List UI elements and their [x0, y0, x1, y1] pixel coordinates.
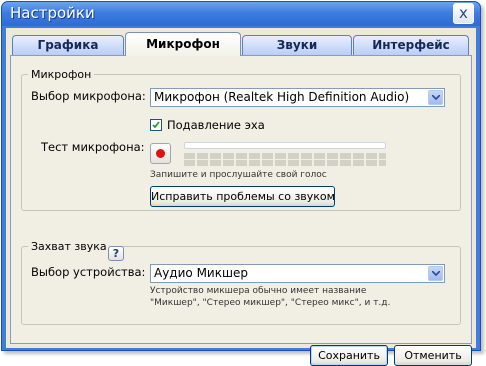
microphone-group-legend: Микрофон — [31, 68, 92, 81]
volume-meter-bottom — [184, 160, 386, 166]
volume-meter-top — [184, 153, 386, 159]
tab-microphone[interactable]: Микрофон — [125, 32, 241, 56]
window-title: Настройки — [10, 4, 95, 22]
capture-group-legend: Захват звука — [28, 240, 110, 253]
chevron-down-icon[interactable] — [428, 266, 443, 281]
cancel-button[interactable]: Отменить — [394, 345, 472, 366]
device-select[interactable]: Аудио Микшер — [150, 264, 445, 283]
title-bar[interactable]: Настройки x — [2, 2, 480, 26]
device-hint-line2: "Микшер", "Стерео микшер", "Стерео микс"… — [150, 298, 391, 308]
microphone-select[interactable]: Микрофон (Realtek High Definition Audio) — [150, 88, 445, 107]
echo-cancel-label[interactable]: Подавление эха — [167, 118, 265, 132]
tab-panel-microphone: Микрофон Выбор микрофона: Микрофон (Real… — [10, 55, 472, 366]
device-select-value: Аудио Микшер — [154, 266, 248, 280]
fix-sound-problems-button[interactable]: Исправить проблемы со звуком — [150, 186, 335, 207]
capture-help-button[interactable]: ? — [108, 246, 124, 261]
close-icon: x — [459, 4, 468, 22]
echo-cancel-checkbox[interactable] — [150, 119, 162, 131]
dialog-body: Графика Микрофон Звуки Интерфейс Микрофо… — [6, 28, 476, 366]
mic-test-hint: Запишите и прослушайте свой голос — [150, 170, 327, 180]
mic-test-label: Тест микрофона: — [41, 140, 145, 154]
close-button[interactable]: x — [453, 3, 474, 24]
device-select-label: Выбор устройства: — [31, 265, 146, 279]
tab-sounds[interactable]: Звуки — [242, 35, 352, 55]
microphone-select-label: Выбор микрофона: — [31, 89, 146, 103]
tab-interface[interactable]: Интерфейс — [353, 35, 469, 55]
save-button[interactable]: Сохранить — [310, 345, 388, 366]
record-button[interactable] — [150, 143, 171, 164]
record-progress-bar — [184, 142, 386, 149]
settings-window: Настройки x Графика Микрофон Звуки Интер… — [1, 1, 481, 366]
checkmark-icon — [152, 121, 160, 129]
microphone-select-value: Микрофон (Realtek High Definition Audio) — [154, 90, 410, 104]
device-hint-line1: Устройство микшера обычно имеет название — [150, 286, 367, 296]
tab-graphics[interactable]: Графика — [12, 35, 124, 55]
record-icon — [156, 149, 165, 158]
chevron-down-icon[interactable] — [428, 90, 443, 105]
capture-group-title: Захват звука — [31, 240, 107, 253]
